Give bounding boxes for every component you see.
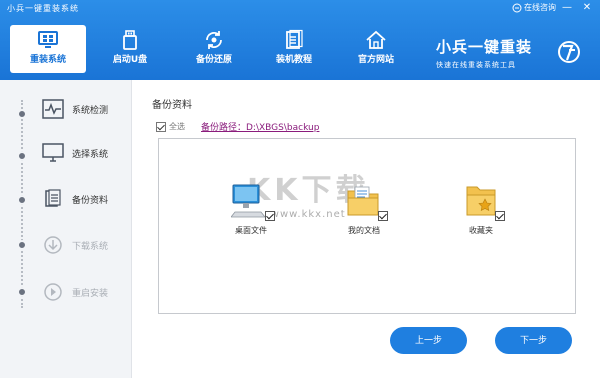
brand-logo-icon <box>558 41 580 63</box>
online-support-label: 在线咨询 <box>524 3 556 12</box>
title-bar: 小兵一键重装系统 在线咨询 — ✕ <box>0 0 600 18</box>
document-icon <box>45 189 61 207</box>
tab-boot-usb[interactable]: 启动U盘 <box>92 25 168 73</box>
tab-backup-restore[interactable]: 备份还原 <box>176 25 252 73</box>
close-button[interactable]: ✕ <box>580 1 594 15</box>
minimize-button[interactable]: — <box>560 1 574 15</box>
step-select-system: 选择系统 <box>42 137 108 169</box>
tab-label: 备份还原 <box>195 55 232 65</box>
step-system-check: 系统检测 <box>42 93 108 125</box>
backup-restore-icon <box>206 31 222 49</box>
tab-install-tutorial[interactable]: 装机教程 <box>256 25 332 73</box>
step-dot <box>17 195 27 205</box>
online-support-link[interactable]: 在线咨询 <box>512 2 556 13</box>
step-dot <box>17 109 27 119</box>
checkbox[interactable] <box>265 211 275 221</box>
step-label: 备份资料 <box>72 195 109 206</box>
backup-item-favorites[interactable]: 收藏夹 <box>441 181 521 236</box>
section-title: 备份资料 <box>152 100 192 111</box>
tab-reinstall-system[interactable]: 重装系统 <box>10 25 86 73</box>
step-dot <box>17 240 27 250</box>
backup-item-label: 我的文档 <box>348 226 380 235</box>
step-dot <box>17 287 27 297</box>
backup-items-box: KK下载 www.kkx.net 桌面文件 我的文档 收藏夹 <box>158 138 576 314</box>
checkbox[interactable] <box>156 121 166 132</box>
home-icon <box>366 30 386 49</box>
brand-slogan: 快速在线重装系统工具 <box>436 61 516 69</box>
next-step-button[interactable]: 下一步 <box>495 327 572 354</box>
step-dot <box>17 151 27 161</box>
step-label: 选择系统 <box>72 149 109 160</box>
monitor-icon <box>42 143 64 162</box>
checkbox[interactable] <box>495 211 505 221</box>
tab-label: 装机教程 <box>275 55 312 65</box>
tutorial-doc-icon <box>286 29 303 49</box>
tab-official-site[interactable]: 官方网站 <box>338 25 414 73</box>
app-window: 小兵一键重装系统 在线咨询 — ✕ 重装系统 启动U盘 备份还原 装机教程 官方… <box>0 0 600 378</box>
backup-item-label: 桌面文件 <box>235 226 267 235</box>
chat-icon <box>512 3 522 12</box>
pulse-icon <box>42 99 64 119</box>
backup-item-label: 收藏夹 <box>469 226 493 235</box>
step-label: 系统检测 <box>72 105 109 116</box>
step-restart-install: 重启安装 <box>42 276 108 308</box>
backup-path-link[interactable]: 备份路径：D:\XBGS\backup <box>201 120 319 133</box>
main-panel: 备份资料 全选 备份路径：D:\XBGS\backup KK下载 www.kkx… <box>133 80 600 378</box>
restart-icon <box>44 283 62 301</box>
steps-sidebar: 系统检测 选择系统 备份资料 下载系统 重启安装 <box>0 80 132 378</box>
brand: 小兵一键重装 快速在线重装系统工具 <box>430 28 580 74</box>
tab-label: 启动U盘 <box>112 55 148 65</box>
step-download-system: 下载系统 <box>42 229 108 261</box>
step-backup-data: 备份资料 <box>42 183 108 215</box>
usb-drive-icon <box>123 30 137 50</box>
step-label: 重启安装 <box>72 288 109 299</box>
previous-step-button[interactable]: 上一步 <box>390 327 467 354</box>
tab-label: 重装系统 <box>29 55 66 65</box>
backup-item-my-documents[interactable]: 我的文档 <box>324 181 404 236</box>
step-label: 下载系统 <box>72 241 109 252</box>
brand-title: 小兵一键重装 <box>436 38 533 56</box>
download-icon <box>44 236 62 254</box>
select-all-checkbox[interactable]: 全选 <box>156 121 185 132</box>
header: 小兵一键重装系统 在线咨询 — ✕ 重装系统 启动U盘 备份还原 装机教程 官方… <box>0 0 600 80</box>
app-title: 小兵一键重装系统 <box>7 4 79 13</box>
select-all-label: 全选 <box>169 122 185 131</box>
checkbox[interactable] <box>378 211 388 221</box>
backup-item-desktop[interactable]: 桌面文件 <box>211 181 291 236</box>
monitor-icon <box>38 31 58 48</box>
tab-label: 官方网站 <box>357 55 394 65</box>
